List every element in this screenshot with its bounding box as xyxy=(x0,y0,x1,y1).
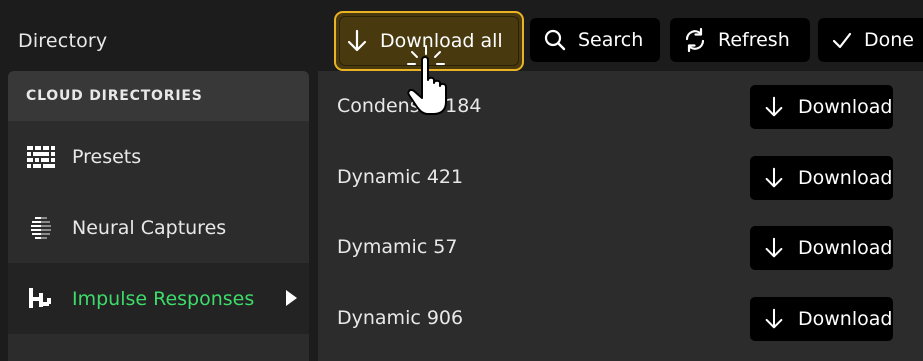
sidebar-heading: CLOUD DIRECTORIES xyxy=(8,71,309,121)
list-item: Dymamic 57 Download xyxy=(318,212,923,283)
download-button[interactable]: Download xyxy=(750,85,893,129)
sidebar-item-impulse-responses[interactable]: Impulse Responses xyxy=(8,263,309,334)
download-label: Download xyxy=(798,308,893,330)
file-name: Dymamic 57 xyxy=(337,236,458,258)
download-label: Download xyxy=(798,237,893,259)
refresh-button[interactable]: Refresh xyxy=(670,18,810,62)
download-label: Download xyxy=(798,167,893,189)
expand-arrow-icon xyxy=(286,290,297,306)
sidebar-item-label: Impulse Responses xyxy=(72,287,255,310)
done-label: Done xyxy=(864,29,914,51)
checkmark-icon xyxy=(832,32,852,49)
file-name: Dynamic 906 xyxy=(337,307,464,329)
sidebar-item-label: Neural Captures xyxy=(72,216,227,239)
search-button[interactable]: Search xyxy=(530,18,660,62)
impulse-response-icon xyxy=(24,285,58,313)
refresh-icon xyxy=(685,27,705,53)
page-title: Directory xyxy=(18,30,108,52)
download-arrow-icon xyxy=(765,237,783,258)
cloud-directories-sidebar: CLOUD DIRECTORIES Presets Neural Capture… xyxy=(8,71,309,361)
done-button[interactable]: Done xyxy=(818,18,923,62)
presets-grid-icon xyxy=(24,143,58,171)
sidebar-item-presets[interactable]: Presets xyxy=(8,121,309,192)
refresh-label: Refresh xyxy=(718,29,790,51)
download-button[interactable]: Download xyxy=(750,226,893,270)
download-arrow-icon xyxy=(765,96,783,117)
pointer-hand-cursor-icon xyxy=(407,45,447,115)
sidebar-item-label: Presets xyxy=(72,145,142,168)
download-arrow-icon xyxy=(765,167,783,188)
download-arrow-icon xyxy=(765,308,783,329)
search-label: Search xyxy=(578,29,644,51)
search-icon xyxy=(544,29,566,51)
file-name: Dynamic 421 xyxy=(337,166,464,188)
neural-capture-icon xyxy=(24,214,58,242)
download-button[interactable]: Download xyxy=(750,297,893,341)
download-button[interactable]: Download xyxy=(750,156,893,200)
download-label: Download xyxy=(798,96,893,118)
list-item: Dynamic 906 Download xyxy=(318,283,923,354)
sidebar-item-neural-captures[interactable]: Neural Captures xyxy=(8,192,309,263)
download-arrow-icon xyxy=(347,29,367,52)
list-item: Dynamic 421 Download xyxy=(318,142,923,213)
